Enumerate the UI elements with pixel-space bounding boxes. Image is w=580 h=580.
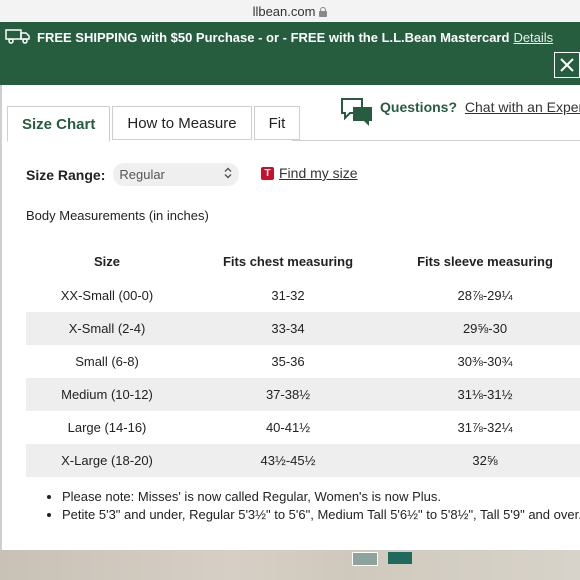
browser-url-bar[interactable]: llbean.com	[0, 0, 580, 22]
size-table: Size Fits chest measuring Fits sleeve me…	[26, 243, 580, 477]
promo-text: FREE SHIPPING with $50 Purchase - or - F…	[37, 29, 510, 45]
column-header: Size	[93, 253, 120, 269]
lock-icon	[319, 6, 328, 17]
table-cell: 31-32	[271, 288, 305, 303]
tab-bar: Size Chart How to Measure Fit	[7, 106, 302, 142]
table-row: X-Small (2-4) 33-34 29⅝-30	[26, 312, 580, 345]
table-cell: 35-36	[271, 354, 305, 369]
table-cell: 30⅜-30¾	[457, 354, 513, 369]
table-cell: 28⅞-29¼	[457, 288, 513, 303]
true-fit-logo-icon: T	[261, 166, 274, 180]
truck-icon	[5, 28, 31, 47]
table-cell: 40-41½	[265, 420, 311, 435]
close-icon	[560, 58, 574, 72]
section-title: Body Measurements (in inches)	[26, 208, 209, 223]
size-range-value: Regular	[119, 167, 165, 182]
up-down-chevron-icon	[223, 167, 233, 182]
table-cell: 33-34	[188, 312, 388, 345]
background-product-image	[0, 550, 580, 580]
table-cell: XX-Small (00-0)	[60, 288, 154, 303]
tab-how-to-measure[interactable]: How to Measure	[112, 106, 252, 140]
promo-details-link[interactable]: Details	[513, 30, 553, 45]
find-my-size: T Find my size	[261, 165, 358, 181]
table-cell: 29⅝-30	[388, 312, 580, 345]
table-cell: 31⅛-31½	[388, 378, 580, 411]
table-row: Medium (10-12) 37-38½ 31⅛-31½	[26, 378, 580, 411]
url-text: llbean.com	[252, 3, 316, 19]
tab-divider	[292, 140, 580, 141]
questions-chat: Questions? Chat with an Expert	[340, 97, 580, 132]
table-header-row: Size Fits chest measuring Fits sleeve me…	[26, 243, 580, 279]
table-cell: 31⅞-32¼	[457, 420, 513, 435]
table-cell: 43½-45½	[188, 444, 388, 477]
chat-bubbles-icon	[340, 97, 374, 132]
find-my-size-link[interactable]: Find my size	[279, 165, 358, 181]
column-header: Fits chest measuring	[222, 253, 354, 269]
list-item: Please note: Misses' is now called Regul…	[62, 489, 580, 504]
column-header: Fits sleeve measuring	[417, 253, 553, 269]
table-cell: X-Large (18-20)	[26, 444, 188, 477]
table-row: X-Large (18-20) 43½-45½ 32⅝	[26, 444, 580, 477]
table-row: Large (14-16) 40-41½ 31⅞-32¼	[26, 411, 580, 444]
tab-size-chart[interactable]: Size Chart	[7, 106, 111, 142]
table-cell: Small (6-8)	[75, 354, 139, 369]
promo-banner: FREE SHIPPING with $50 Purchase - or - F…	[0, 22, 580, 52]
close-button[interactable]	[554, 52, 580, 78]
table-cell: Medium (10-12)	[26, 378, 188, 411]
color-swatch[interactable]	[388, 552, 412, 564]
color-swatch[interactable]	[352, 552, 378, 566]
size-range-label: Size Range:	[26, 166, 106, 183]
size-range-control: Size Range: Regular	[26, 163, 240, 186]
tab-fit[interactable]: Fit	[253, 106, 301, 140]
table-row: Small (6-8) 35-36 30⅜-30¾	[26, 345, 580, 378]
questions-label: Questions?	[380, 99, 458, 115]
table-cell: 37-38½	[188, 378, 388, 411]
size-chart-modal: Size Chart How to Measure Fit Questions?…	[0, 85, 580, 550]
modal-header-band	[0, 52, 580, 85]
table-row: XX-Small (00-0) 31-32 28⅞-29¼	[26, 279, 580, 312]
table-cell: Large (14-16)	[67, 420, 147, 435]
table-cell: 32⅝	[388, 444, 580, 477]
list-item: Petite 5'3" and under, Regular 5'3½" to …	[62, 507, 580, 522]
size-range-select[interactable]: Regular	[113, 163, 240, 186]
notes-list: Please note: Misses' is now called Regul…	[42, 489, 580, 525]
table-cell: X-Small (2-4)	[26, 312, 188, 345]
chat-with-expert-link[interactable]: Chat with an Expert	[465, 99, 580, 115]
